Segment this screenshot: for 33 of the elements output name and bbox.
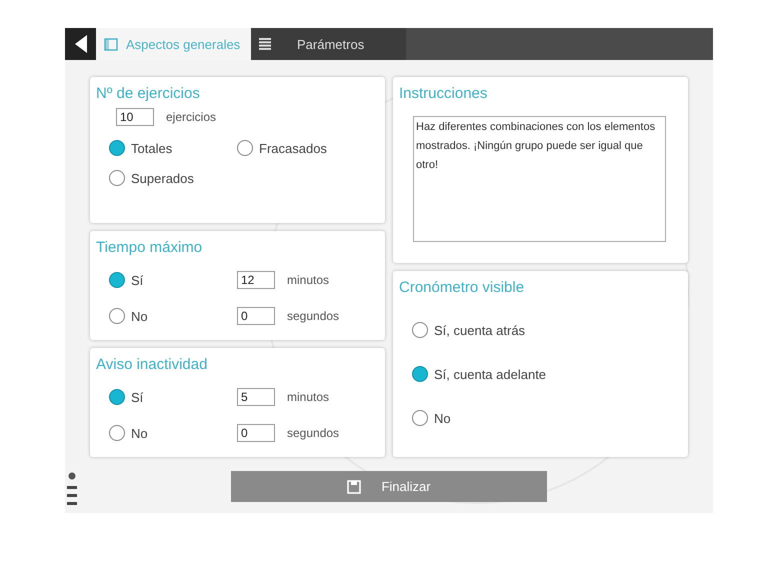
radio-option[interactable]: Sí, cuenta adelante [412, 366, 682, 382]
panel-title: Tiempo máximo [96, 239, 204, 256]
radio-option[interactable]: Fracasados [237, 140, 379, 156]
unit-label: segundos [287, 309, 340, 323]
radio-option[interactable]: Sí [109, 272, 237, 288]
radio-option[interactable]: No [109, 425, 237, 441]
radio-option[interactable]: Sí, cuenta atrás [412, 322, 682, 338]
radio-option[interactable]: No [412, 410, 682, 426]
radio-option[interactable]: Superados [109, 170, 237, 186]
unit-label: minutos [287, 390, 330, 404]
panel-title: Instrucciones [399, 85, 488, 102]
radio-option[interactable]: Sí [109, 389, 237, 405]
panel-title: Nº de ejercicios [96, 85, 201, 102]
back-button[interactable] [65, 28, 96, 60]
radio-option[interactable]: Totales [109, 140, 237, 156]
time-field[interactable]: 12 [237, 271, 275, 289]
time-field[interactable]: 0 [237, 424, 275, 442]
back-arrow-icon [74, 34, 88, 54]
time-field[interactable]: 0 [237, 307, 275, 325]
save-icon [347, 480, 362, 494]
radio-option[interactable]: No [109, 308, 237, 324]
time-field[interactable]: 5 [237, 388, 275, 406]
unit-label: minutos [287, 273, 330, 287]
unit-label: ejercicios [166, 110, 216, 124]
panel-icon [104, 38, 118, 50]
tab[interactable]: Parámetros [251, 28, 406, 60]
unit-label: segundos [287, 426, 340, 440]
instructions-field[interactable]: Haz diferentes combinaciones con los elementos mostrados. ¡Ningún grupo puede ser igual que otro! [413, 116, 666, 242]
panel-title: Aviso inactividad [96, 356, 208, 373]
list-icon [259, 38, 271, 50]
exercise-count-field[interactable]: 10 [116, 108, 154, 126]
menu-icon[interactable] [67, 472, 77, 508]
panel-title: Cronómetro visible [399, 279, 526, 296]
